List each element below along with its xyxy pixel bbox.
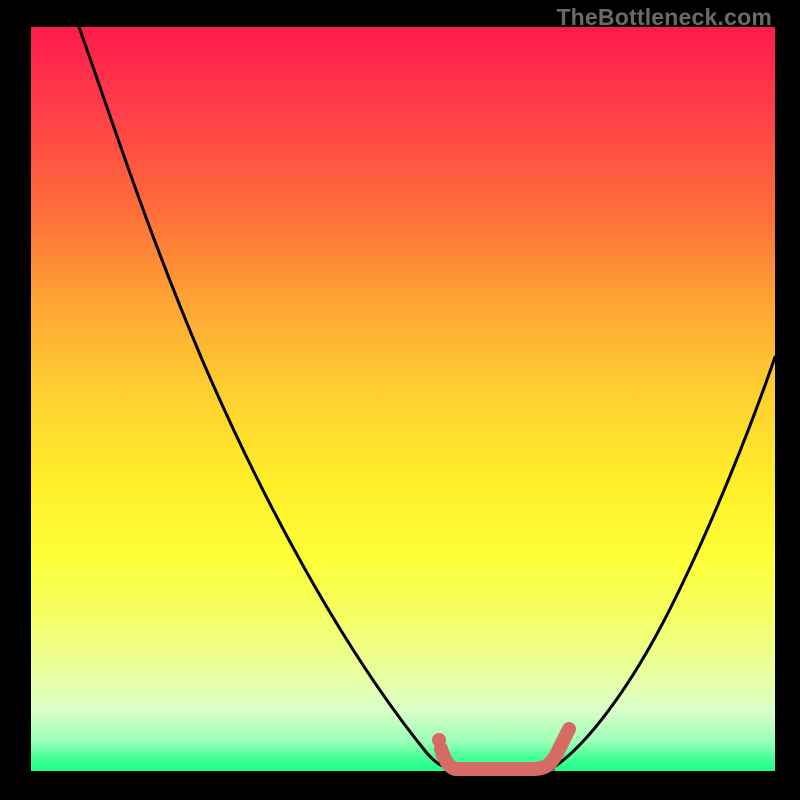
highlight-segment [441,729,569,769]
highlight-dot [432,733,446,747]
right-curve [551,357,775,769]
left-curve [79,27,451,769]
chart-curves [31,27,775,771]
chart-frame: TheBottleneck.com [0,0,800,800]
